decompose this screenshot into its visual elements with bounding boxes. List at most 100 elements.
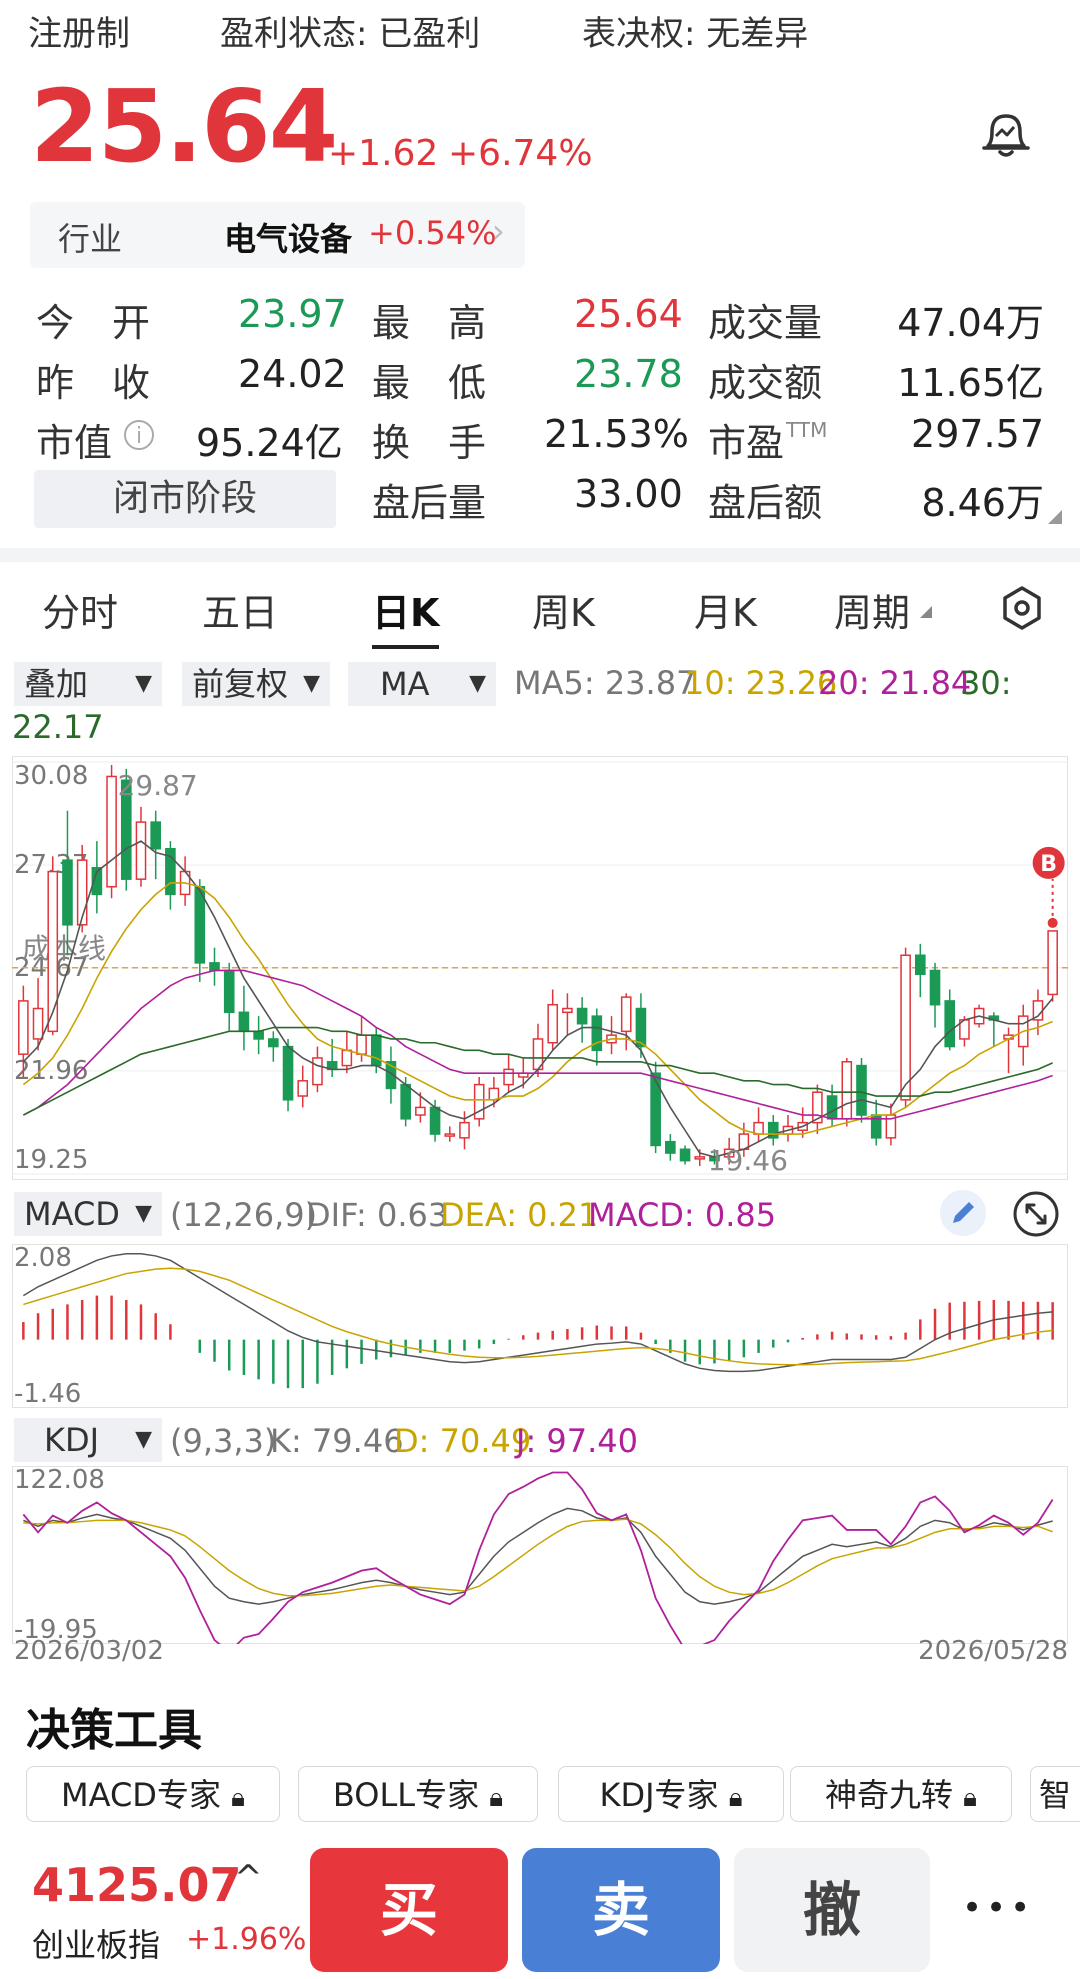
y-tick-label: 30.08 [14, 761, 88, 791]
tab-intraday[interactable]: 分时 [42, 582, 118, 637]
turnover-value: 11.65亿 [897, 361, 1044, 405]
fullscreen-icon[interactable] [1012, 1190, 1060, 1238]
price-alert-bell-icon[interactable] [976, 104, 1036, 164]
tool-label: MACD专家 [61, 1776, 221, 1814]
kdj-indicator-label: KDJ [44, 1421, 100, 1459]
macd-y-min: -1.46 [14, 1379, 81, 1408]
kdj-params: (9,3,3) [170, 1422, 277, 1460]
candle-down [576, 1007, 588, 1025]
current-price: 25.64 [30, 68, 338, 185]
caret-down-icon: ▼ [469, 671, 486, 696]
tool-kdj-expert[interactable]: KDJ专家 🔒︎ [558, 1766, 784, 1822]
lock-icon: 🔒︎ [728, 1783, 743, 1813]
kdj-k: K: 79.46 [270, 1422, 404, 1460]
index-value[interactable]: 4125.07 [32, 1858, 242, 1912]
lock-icon: 🔒︎ [963, 1783, 978, 1813]
market-closed-status: 闭市阶段 [34, 470, 336, 528]
kdj-chart[interactable]: 122.08-19.95 [12, 1466, 1068, 1644]
candle-up [47, 870, 59, 1033]
info-icon[interactable]: i [124, 420, 154, 450]
candle-down [209, 962, 220, 972]
caret-down-icon: ▼ [135, 1427, 152, 1452]
tool-magic-nine[interactable]: 神奇九转 🔒︎ [790, 1766, 1012, 1822]
candle-down [635, 1007, 647, 1048]
pe-label: 市盈 [708, 421, 785, 465]
low-value: 23.78 [574, 352, 683, 396]
candle-up [562, 1007, 573, 1014]
industry-label: 行业 [58, 220, 123, 258]
stock-tags-bar: 注册制 盈利状态: 已盈利 表决权: 无差异 [0, 0, 1080, 60]
overlay-dropdown[interactable]: 叠加 ▼ [14, 662, 162, 706]
tab-five-day[interactable]: 五日 [202, 582, 278, 637]
x-axis-start-date: 2026/03/02 [14, 1636, 164, 1666]
ma5-value: MA5: 23.87 [514, 664, 697, 702]
tab-weekly-k[interactable]: 周K [532, 582, 595, 637]
market-cap-value: 95.24亿 [196, 421, 343, 465]
candle-up [1047, 930, 1058, 996]
index-name: 创业板指 [32, 1926, 161, 1964]
registration-tag: 注册制 [28, 14, 130, 54]
turnover-rate-value: 21.53% [544, 412, 689, 456]
pe-value: 297.57 [911, 412, 1044, 456]
tool-label: 神奇九转 [824, 1776, 953, 1814]
max-price-label: 29.87 [118, 769, 198, 802]
chart-settings-icon[interactable] [998, 584, 1046, 632]
low-label: 最 低 [372, 361, 487, 405]
candle-up [900, 954, 911, 1101]
macd-params: (12,26,9) [170, 1196, 318, 1234]
tool-boll-expert[interactable]: BOLL专家 🔒︎ [298, 1766, 538, 1822]
tab-daily-k[interactable]: 日K [372, 582, 440, 649]
open-label: 今 开 [36, 301, 151, 345]
buy-button[interactable]: 买 [310, 1848, 508, 1972]
candle-down [929, 969, 941, 1006]
turnover-rate-label: 换 手 [372, 421, 487, 465]
candle-down [400, 1083, 411, 1120]
pe-ttm-suffix: TTM [786, 418, 828, 442]
expand-corner-icon[interactable] [1048, 510, 1062, 524]
volume-label: 成交量 [708, 301, 823, 345]
macd-dropdown[interactable]: MACD ▼ [14, 1192, 162, 1236]
edit-pencil-icon[interactable] [940, 1190, 986, 1236]
candle-up [547, 1003, 559, 1044]
tool-more[interactable]: 智 [1030, 1766, 1080, 1822]
candle-up [694, 1156, 706, 1160]
cancel-order-button[interactable]: 撤 [734, 1848, 930, 1972]
lock-icon: 🔒︎ [231, 1783, 245, 1813]
profit-status-tag: 盈利状态: 已盈利 [220, 14, 481, 54]
prev-close-label: 昨 收 [36, 361, 151, 405]
tool-macd-expert[interactable]: MACD专家 🔒︎ [26, 1766, 280, 1822]
high-value: 25.64 [574, 292, 683, 336]
kdj-j: J: 97.40 [516, 1422, 638, 1460]
more-menu-icon[interactable]: ••• [962, 1888, 1034, 1928]
price-change-pct: +6.74% [448, 133, 593, 174]
ma30-label: 30: [960, 664, 1012, 702]
chevron-right-icon: › [492, 212, 505, 250]
indicator-dropdown[interactable]: MA ▼ [348, 662, 496, 706]
tab-monthly-k[interactable]: 月K [694, 582, 757, 637]
kdj-dropdown[interactable]: KDJ ▼ [14, 1418, 162, 1462]
candle-down [856, 1064, 867, 1116]
buy-signal-label: B [1040, 852, 1057, 877]
kdj-d: D: 70.49 [394, 1422, 532, 1460]
tab-period[interactable]: 周期 [834, 582, 910, 637]
tool-label: 智 [1039, 1776, 1072, 1814]
industry-link[interactable]: 行业 电气设备 +0.54% › [30, 202, 525, 268]
prev-close-value: 24.02 [238, 352, 347, 396]
section-divider [0, 548, 1080, 562]
tool-label: BOLL专家 [332, 1776, 480, 1814]
chevron-up-icon[interactable]: ^ [234, 1858, 263, 1898]
macd-indicator-label: MACD [24, 1195, 120, 1233]
macd-chart[interactable]: 2.08 -1.46 [12, 1244, 1068, 1408]
chart-frame [12, 1466, 1068, 1644]
min-price-label: 19.46 [708, 1144, 788, 1177]
sell-button[interactable]: 卖 [522, 1848, 720, 1972]
candle-down [665, 1140, 676, 1154]
industry-change: +0.54% [368, 214, 497, 252]
macd-dea: DEA: 0.21 [440, 1196, 599, 1234]
adjust-dropdown[interactable]: 前复权 ▼ [182, 662, 330, 706]
after-hours-amount-label: 盘后额 [708, 481, 823, 525]
ma10-value: 10: 23.26 [684, 664, 838, 702]
candlestick-chart[interactable]: 30.0827.3724.6721.9619.25成本线29.8719.46B [12, 756, 1068, 1180]
candle-down [238, 1011, 250, 1033]
voting-rights-tag: 表决权: 无差异 [582, 14, 809, 54]
